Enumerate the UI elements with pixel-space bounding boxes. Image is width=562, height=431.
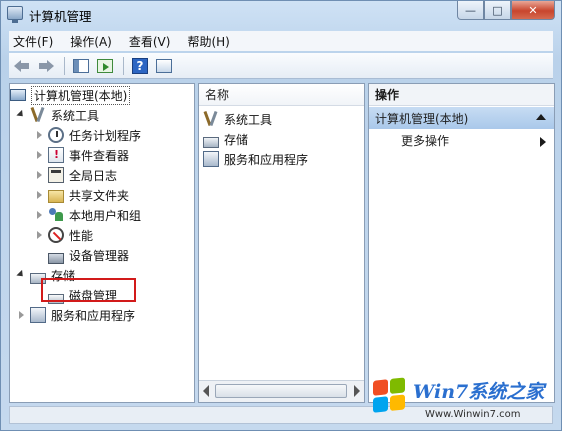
collapsed-arrow-icon[interactable] xyxy=(16,310,26,320)
global-log-icon xyxy=(48,167,64,183)
list-item-label: 存储 xyxy=(224,132,249,147)
tree-item-root[interactable]: 计算机管理(本地) xyxy=(10,85,131,105)
tree-item-event-viewer[interactable]: 事件查看器 xyxy=(34,145,129,165)
horizontal-scrollbar[interactable] xyxy=(199,380,364,402)
console-tree-pane: 计算机管理(本地) 系统工具 任务计划程序 事件查看器 全局日志 共享文件夹 xyxy=(9,83,195,403)
show-hide-console-tree-button[interactable] xyxy=(70,56,92,76)
shared-folder-icon xyxy=(48,189,64,203)
menu-file[interactable]: 文件(F) xyxy=(13,33,53,50)
watermark-url: Www.Winwin7.com xyxy=(425,409,521,420)
expanded-arrow-icon[interactable] xyxy=(16,270,26,280)
windows-flag-icon xyxy=(373,377,407,415)
system-tools-icon xyxy=(30,107,46,123)
minimize-button[interactable]: — xyxy=(457,1,484,20)
event-viewer-icon xyxy=(48,147,64,163)
tree-item-label: 系统工具 xyxy=(51,108,100,123)
list-item[interactable]: 服务和应用程序 xyxy=(203,149,308,169)
tree-item-system-tools[interactable]: 系统工具 xyxy=(16,105,99,125)
collapse-up-icon[interactable] xyxy=(536,114,546,120)
services-apps-icon xyxy=(30,307,46,323)
tree-item-label: 共享文件夹 xyxy=(69,188,130,203)
menu-action[interactable]: 操作(A) xyxy=(70,33,112,50)
list-item-label: 系统工具 xyxy=(224,112,273,127)
system-tools-icon xyxy=(203,111,219,127)
scroll-left-icon[interactable] xyxy=(203,385,209,397)
actions-header: 操作 xyxy=(369,84,554,106)
actions-pane: 操作 计算机管理(本地) 更多操作 xyxy=(368,83,555,403)
collapsed-arrow-icon[interactable] xyxy=(34,210,44,220)
tree-item-label: 本地用户和组 xyxy=(69,208,142,223)
tree-item-label: 性能 xyxy=(69,228,94,243)
menu-bar: 文件(F) 操作(A) 查看(V) 帮助(H) xyxy=(9,31,553,51)
toolbar: ? xyxy=(9,53,553,79)
computer-management-app-icon[interactable] xyxy=(7,6,23,23)
storage-icon xyxy=(203,136,219,148)
expanded-arrow-icon[interactable] xyxy=(16,110,26,120)
action-group-label: 计算机管理(本地) xyxy=(375,111,469,126)
computer-management-window: 计算机管理 — □ ✕ 文件(F) 操作(A) 查看(V) 帮助(H) ? 计算… xyxy=(0,0,562,431)
list-item-label: 服务和应用程序 xyxy=(224,152,309,167)
computer-management-icon xyxy=(10,89,26,101)
close-button[interactable]: ✕ xyxy=(511,1,555,20)
tree-item-label: 计算机管理(本地) xyxy=(31,85,131,105)
red-highlight-box xyxy=(41,278,136,302)
watermark-title: Win7系统之家 xyxy=(413,381,545,403)
tree-item-services-apps[interactable]: 服务和应用程序 xyxy=(16,305,135,325)
list-item[interactable]: 系统工具 xyxy=(203,109,272,129)
show-hide-action-pane-icon xyxy=(156,58,172,73)
scroll-thumb[interactable] xyxy=(215,384,347,398)
tree-item-label: 任务计划程序 xyxy=(69,128,142,143)
column-header-label: 名称 xyxy=(205,88,230,102)
list-item[interactable]: 存储 xyxy=(203,129,248,149)
tree-item-label: 事件查看器 xyxy=(69,148,130,163)
caption-buttons: — □ ✕ xyxy=(457,1,555,20)
watermark-logo: Win7系统之家 Www.Winwin7.com xyxy=(367,371,559,429)
tree-item-label: 服务和应用程序 xyxy=(51,308,136,323)
results-pane: 名称 系统工具 存储 服务和应用程序 xyxy=(198,83,365,403)
menu-help[interactable]: 帮助(H) xyxy=(187,33,229,50)
task-scheduler-icon xyxy=(48,127,64,143)
toolbar-separator xyxy=(123,56,124,75)
column-header-name[interactable]: 名称 xyxy=(199,84,364,106)
more-actions-item[interactable]: 更多操作 xyxy=(401,132,449,149)
collapsed-arrow-icon[interactable] xyxy=(34,190,44,200)
collapsed-arrow-icon[interactable] xyxy=(34,170,44,180)
collapsed-arrow-icon[interactable] xyxy=(34,150,44,160)
tree-item-performance[interactable]: 性能 xyxy=(34,225,93,245)
forward-button[interactable] xyxy=(35,56,57,76)
maximize-button[interactable]: □ xyxy=(484,1,511,20)
tree-item-global-log[interactable]: 全局日志 xyxy=(34,165,117,185)
tree-item-label: 全局日志 xyxy=(69,168,118,183)
tree-item-task-scheduler[interactable]: 任务计划程序 xyxy=(34,125,141,145)
window-title: 计算机管理 xyxy=(29,9,92,24)
export-list-icon xyxy=(97,58,113,73)
tree-item-label: 设备管理器 xyxy=(69,248,130,263)
scroll-right-icon[interactable] xyxy=(354,385,360,397)
tree-item-shared-folders[interactable]: 共享文件夹 xyxy=(34,185,129,205)
back-button[interactable] xyxy=(11,56,33,76)
tree-item-local-users[interactable]: 本地用户和组 xyxy=(34,205,141,225)
title-bar[interactable]: 计算机管理 — □ ✕ xyxy=(1,1,561,29)
back-arrow-icon xyxy=(14,59,30,72)
help-button[interactable]: ? xyxy=(129,56,151,76)
tree-item-device-manager[interactable]: 设备管理器 xyxy=(48,245,129,265)
help-icon: ? xyxy=(132,57,148,74)
users-icon xyxy=(48,207,64,223)
show-hide-tree-icon xyxy=(73,58,89,73)
toolbar-separator xyxy=(64,56,65,75)
performance-gauge-icon xyxy=(48,227,64,243)
services-apps-icon xyxy=(203,151,219,167)
device-manager-icon xyxy=(48,252,64,264)
export-list-button[interactable] xyxy=(94,56,116,76)
forward-arrow-icon xyxy=(38,59,54,72)
collapsed-arrow-icon[interactable] xyxy=(34,130,44,140)
show-hide-action-pane-button[interactable] xyxy=(153,56,175,76)
collapsed-arrow-icon[interactable] xyxy=(34,230,44,240)
action-group-computer-management[interactable]: 计算机管理(本地) xyxy=(369,107,554,129)
submenu-arrow-icon[interactable] xyxy=(540,137,546,147)
menu-view[interactable]: 查看(V) xyxy=(129,33,171,50)
